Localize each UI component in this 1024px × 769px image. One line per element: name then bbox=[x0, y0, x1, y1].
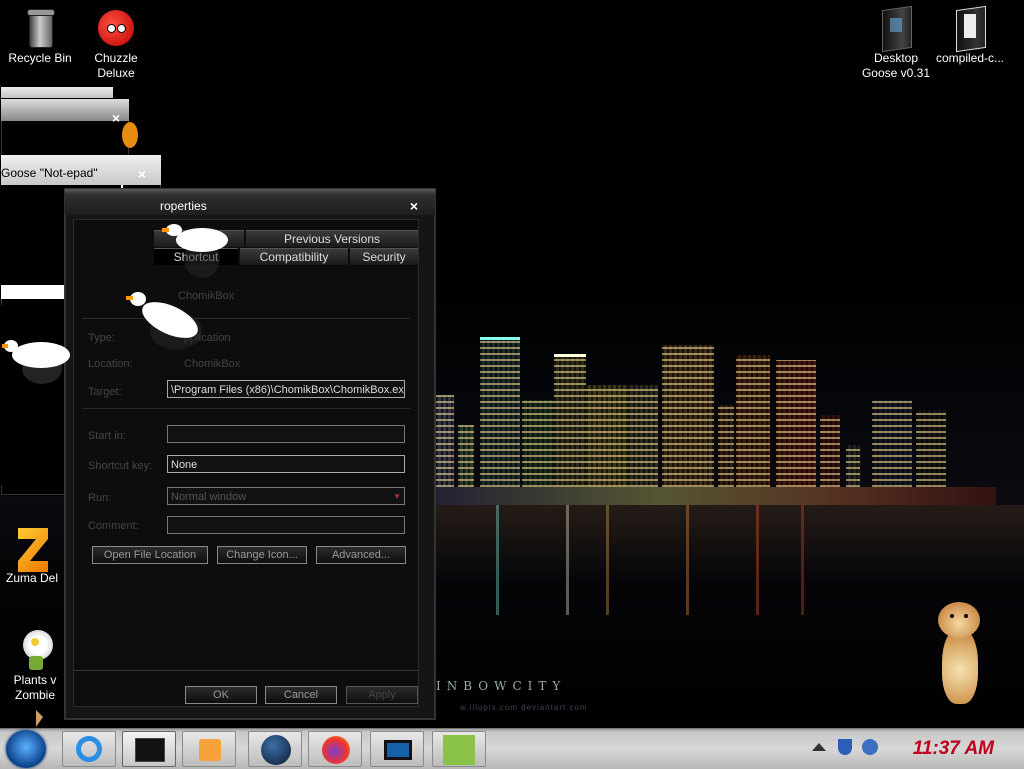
show-hidden-icons-icon[interactable] bbox=[812, 743, 826, 751]
apply-button[interactable]: Apply bbox=[346, 686, 418, 704]
taskbar-internet-explorer[interactable] bbox=[62, 731, 116, 767]
folder-icon bbox=[950, 5, 990, 53]
location-value: ChomikBox bbox=[184, 358, 241, 370]
divider bbox=[82, 408, 410, 409]
advanced-button[interactable]: Advanced... bbox=[316, 546, 406, 564]
desktop-icon-label: compiled-c... bbox=[935, 51, 1005, 65]
system-tray bbox=[810, 733, 890, 763]
start-in-label: Start in: bbox=[88, 430, 126, 442]
desktop-icon-recycle-bin[interactable]: Recycle Bin bbox=[0, 8, 80, 66]
shortcut-key-field[interactable]: None bbox=[167, 455, 405, 473]
folder-icon bbox=[876, 5, 916, 53]
chevron-down-icon: ▼ bbox=[393, 492, 401, 501]
desktop-icon-label: Zuma Del bbox=[5, 571, 58, 585]
desktop-goose[interactable] bbox=[126, 290, 206, 352]
windows-start-icon[interactable] bbox=[6, 730, 46, 768]
shortcut-key-label: Shortcut key: bbox=[88, 460, 153, 472]
taskbar-screen[interactable] bbox=[370, 731, 424, 767]
taskbar-media-player[interactable] bbox=[182, 731, 236, 767]
internet-explorer-icon bbox=[76, 736, 102, 762]
desktop-goose[interactable] bbox=[162, 218, 232, 278]
monitor-icon bbox=[384, 740, 412, 760]
globe-icon bbox=[261, 735, 291, 765]
desktop-icon-zuma[interactable]: Zuma Del bbox=[0, 528, 72, 586]
tab-compatibility[interactable]: Compatibility bbox=[240, 248, 348, 265]
properties-dialog[interactable]: roperties × ums Previous Versions Shortc… bbox=[64, 188, 436, 720]
dialog-titlebar[interactable]: roperties bbox=[65, 189, 435, 215]
ok-button[interactable]: OK bbox=[185, 686, 257, 704]
mouse-cursor bbox=[36, 710, 43, 727]
chuzzle-icon bbox=[96, 8, 136, 48]
type-label: Type: bbox=[88, 332, 115, 344]
comment-label: Comment: bbox=[88, 520, 139, 532]
desktop-icon-label: Desktop Goose v0.31 bbox=[861, 51, 931, 80]
open-file-location-button[interactable]: Open File Location bbox=[92, 546, 208, 564]
target-label: Target: bbox=[88, 386, 122, 398]
recycle-bin-icon bbox=[20, 8, 60, 48]
tab-previous-versions[interactable]: Previous Versions bbox=[246, 230, 418, 247]
desktop-icon-chuzzle[interactable]: Chuzzle Deluxe bbox=[76, 8, 156, 81]
desktop-icon-compiled[interactable]: compiled-c... bbox=[930, 5, 1010, 66]
hamster-desktop-pet[interactable] bbox=[938, 598, 982, 706]
plants-vs-zombies-icon bbox=[15, 630, 55, 670]
desktop-goose[interactable] bbox=[2, 336, 72, 386]
taskbar-clock[interactable]: 11:37 AM bbox=[913, 738, 994, 760]
taskbar: 11:37 AM bbox=[0, 728, 1024, 769]
target-field[interactable]: \Program Files (x86)\ChomikBox\ChomikBox… bbox=[167, 380, 405, 398]
run-label: Run: bbox=[88, 492, 112, 504]
cancel-button[interactable]: Cancel bbox=[265, 686, 337, 704]
zuma-icon bbox=[12, 528, 52, 572]
change-icon-button[interactable]: Change Icon... bbox=[217, 546, 307, 564]
water-reflection bbox=[436, 505, 1024, 695]
wallpaper-subtext: w.illupix.com deviantart.com bbox=[460, 703, 588, 712]
close-icon[interactable]: × bbox=[407, 199, 421, 213]
taskbar-firefox[interactable] bbox=[308, 731, 362, 767]
run-select-value: Normal window bbox=[171, 491, 247, 503]
goose-app-icon bbox=[443, 735, 475, 765]
close-icon[interactable]: × bbox=[109, 111, 123, 125]
taskbar-globe[interactable] bbox=[248, 731, 302, 767]
wallpaper-caption: INBOWCITY bbox=[436, 679, 567, 693]
taskbar-goose-app[interactable] bbox=[432, 731, 486, 767]
dialog-title: roperties bbox=[160, 199, 207, 213]
city-skyline bbox=[436, 330, 996, 505]
taskbar-window-explorer[interactable] bbox=[122, 731, 176, 767]
comment-field[interactable] bbox=[167, 516, 405, 534]
desktop-icon-label: Chuzzle Deluxe bbox=[94, 51, 138, 80]
desktop-icon-label: Recycle Bin bbox=[8, 51, 72, 65]
shield-icon[interactable] bbox=[838, 739, 852, 755]
close-icon[interactable]: × bbox=[135, 167, 149, 181]
volume-icon[interactable] bbox=[862, 739, 878, 755]
tab-security[interactable]: Security bbox=[350, 248, 418, 265]
location-label: Location: bbox=[88, 358, 133, 370]
chuzzle-notification-icon bbox=[122, 122, 138, 148]
firefox-icon bbox=[322, 736, 350, 764]
media-player-icon bbox=[199, 739, 221, 761]
start-in-field[interactable] bbox=[167, 425, 405, 443]
desktop-icon-desktop-goose[interactable]: Desktop Goose v0.31 bbox=[856, 5, 936, 81]
window-icon bbox=[135, 738, 165, 762]
run-select[interactable]: Normal window ▼ bbox=[167, 487, 405, 505]
divider bbox=[74, 670, 418, 671]
dialog-body: ums Previous Versions Shortcut Compatibi… bbox=[73, 219, 419, 707]
